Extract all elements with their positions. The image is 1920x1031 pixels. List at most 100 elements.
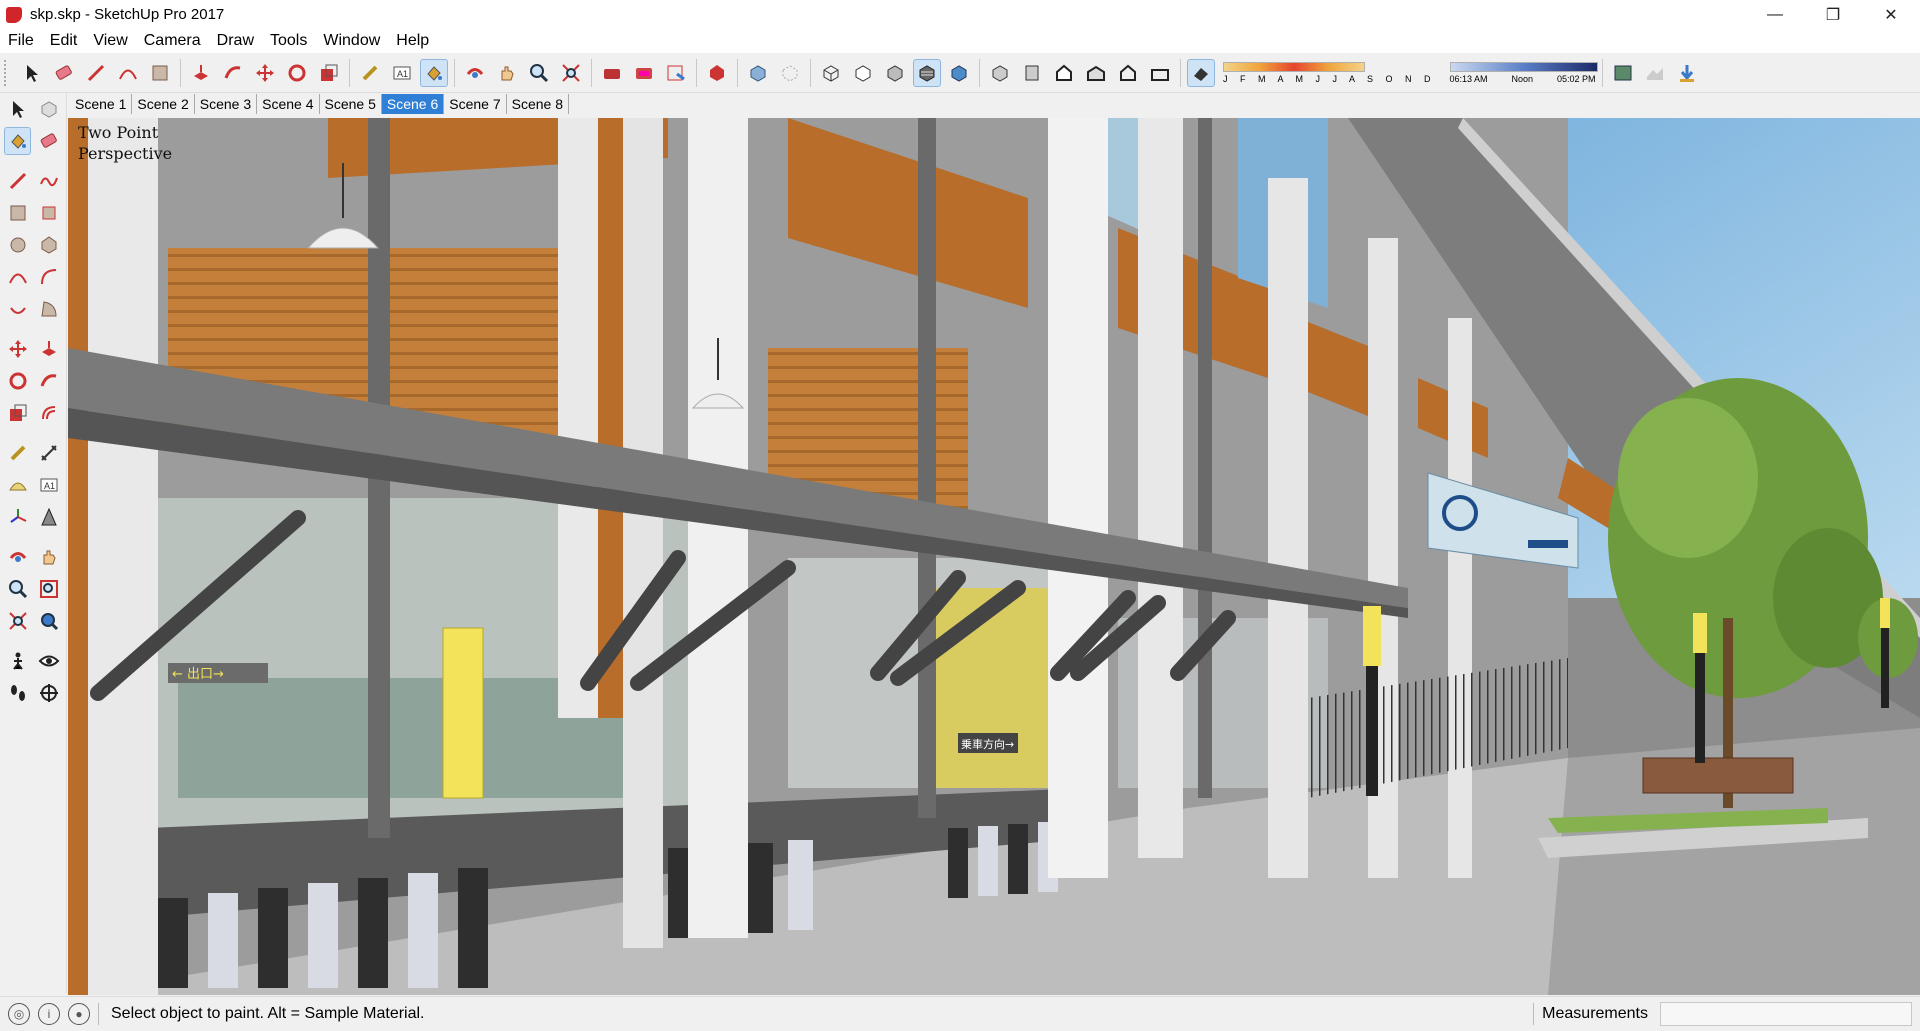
- shaded-textures-style-icon[interactable]: [913, 59, 941, 87]
- geo-location-icon[interactable]: ◎: [8, 1003, 30, 1025]
- polygon-tool-icon[interactable]: [35, 231, 62, 259]
- move-tool-icon[interactable]: [4, 335, 31, 363]
- axes-tool-icon[interactable]: [4, 503, 31, 531]
- scene-tab-7[interactable]: Scene 7: [444, 94, 507, 114]
- left-view-icon[interactable]: [1146, 59, 1174, 87]
- model-viewport[interactable]: ← 出口→ 乗車方向→ Two Point Perspective: [68, 118, 1920, 995]
- tape-measure-icon[interactable]: [4, 439, 31, 467]
- move-tool-icon[interactable]: [251, 59, 279, 87]
- extension-manager-icon[interactable]: [703, 59, 731, 87]
- menu-window[interactable]: Window: [315, 32, 388, 50]
- menu-draw[interactable]: Draw: [209, 32, 262, 50]
- scene-tab-3[interactable]: Scene 3: [195, 94, 258, 114]
- push-pull-tool-icon[interactable]: [35, 335, 62, 363]
- eraser-tool-icon[interactable]: [50, 59, 78, 87]
- follow-me-tool-icon[interactable]: [219, 59, 247, 87]
- 3d-text-tool-icon[interactable]: [35, 503, 62, 531]
- add-location-icon[interactable]: [1609, 59, 1637, 87]
- scene-tab-8[interactable]: Scene 8: [507, 94, 569, 114]
- line-tool-icon[interactable]: [4, 167, 31, 195]
- restore-button[interactable]: ❐: [1804, 0, 1862, 29]
- position-camera-icon[interactable]: [4, 647, 31, 675]
- push-pull-tool-icon[interactable]: [187, 59, 215, 87]
- select-tool-icon[interactable]: [18, 59, 46, 87]
- offset-tool-icon[interactable]: [35, 399, 62, 427]
- eraser-tool-icon[interactable]: [35, 127, 62, 155]
- measurements-input[interactable]: [1660, 1002, 1912, 1026]
- top-view-icon[interactable]: [1018, 59, 1046, 87]
- photo-textures-icon[interactable]: [1673, 59, 1701, 87]
- user-account-icon[interactable]: ●: [68, 1003, 90, 1025]
- toolbar-grip[interactable]: [4, 60, 12, 86]
- extension-warehouse-icon[interactable]: [630, 59, 658, 87]
- pan-tool-icon[interactable]: [493, 59, 521, 87]
- rotate-tool-icon[interactable]: [4, 367, 31, 395]
- arc-tool-icon[interactable]: [114, 59, 142, 87]
- rotate-tool-icon[interactable]: [283, 59, 311, 87]
- 3d-warehouse-icon[interactable]: [598, 59, 626, 87]
- text-tool-icon[interactable]: A1: [35, 471, 62, 499]
- front-view-icon[interactable]: [1050, 59, 1078, 87]
- shadows-toggle-icon[interactable]: [1187, 59, 1215, 87]
- month-slider[interactable]: J F M A M J J A S O N D: [1223, 58, 1436, 88]
- orbit-tool-icon[interactable]: [4, 543, 31, 571]
- arc-tool-icon[interactable]: [4, 263, 31, 291]
- menu-file[interactable]: File: [0, 32, 42, 50]
- pie-tool-icon[interactable]: [35, 295, 62, 323]
- scene-tab-1[interactable]: Scene 1: [70, 94, 133, 114]
- hidden-line-style-icon[interactable]: [849, 59, 877, 87]
- paint-bucket-icon[interactable]: [420, 59, 448, 87]
- minimize-button[interactable]: —: [1746, 0, 1804, 29]
- zoom-extents-icon[interactable]: [4, 607, 31, 635]
- walk-footprints-icon[interactable]: [4, 679, 31, 707]
- rectangle-tool-icon[interactable]: [4, 199, 31, 227]
- follow-me-tool-icon[interactable]: [35, 367, 62, 395]
- menu-tools[interactable]: Tools: [262, 32, 315, 50]
- back-edges-style-icon[interactable]: [776, 59, 804, 87]
- wireframe-style-icon[interactable]: [817, 59, 845, 87]
- zoom-tool-icon[interactable]: [4, 575, 31, 603]
- protractor-tool-icon[interactable]: [4, 471, 31, 499]
- shaded-style-icon[interactable]: [881, 59, 909, 87]
- make-component-icon[interactable]: [35, 95, 62, 123]
- scene-tab-2[interactable]: Scene 2: [132, 94, 195, 114]
- section-plane-icon[interactable]: [35, 679, 62, 707]
- two-point-arc-icon[interactable]: [35, 263, 62, 291]
- close-button[interactable]: ✕: [1862, 0, 1920, 29]
- credits-info-icon[interactable]: i: [38, 1003, 60, 1025]
- three-point-arc-icon[interactable]: [4, 295, 31, 323]
- shapes-tool-icon[interactable]: [146, 59, 174, 87]
- freehand-tool-icon[interactable]: [35, 167, 62, 195]
- line-tool-icon[interactable]: [82, 59, 110, 87]
- select-tool-icon[interactable]: [4, 95, 31, 123]
- rotated-rectangle-icon[interactable]: [35, 199, 62, 227]
- iso-view-icon[interactable]: [986, 59, 1014, 87]
- time-slider-track[interactable]: [1449, 62, 1598, 72]
- menu-view[interactable]: View: [85, 32, 135, 50]
- zoom-extents-icon[interactable]: [557, 59, 585, 87]
- scene-tab-4[interactable]: Scene 4: [257, 94, 320, 114]
- look-around-eye-icon[interactable]: [35, 647, 62, 675]
- pan-tool-icon[interactable]: [35, 543, 62, 571]
- xray-style-icon[interactable]: [744, 59, 772, 87]
- tape-measure-icon[interactable]: [356, 59, 384, 87]
- send-to-layout-icon[interactable]: [662, 59, 690, 87]
- menu-help[interactable]: Help: [388, 32, 437, 50]
- right-view-icon[interactable]: [1082, 59, 1110, 87]
- monochrome-style-icon[interactable]: [945, 59, 973, 87]
- paint-bucket-icon[interactable]: [4, 127, 32, 155]
- scene-tab-5[interactable]: Scene 5: [320, 94, 382, 114]
- orbit-tool-icon[interactable]: [461, 59, 489, 87]
- time-slider[interactable]: 06:13 AM Noon 05:02 PM: [1449, 62, 1598, 84]
- circle-tool-icon[interactable]: [4, 231, 31, 259]
- scale-tool-icon[interactable]: [315, 59, 343, 87]
- scene-tab-6[interactable]: Scene 6: [381, 94, 445, 114]
- month-slider-track[interactable]: [1223, 62, 1365, 72]
- zoom-tool-icon[interactable]: [525, 59, 553, 87]
- previous-view-icon[interactable]: [35, 607, 62, 635]
- toggle-terrain-icon[interactable]: [1641, 59, 1669, 87]
- dimension-tool-icon[interactable]: [35, 439, 62, 467]
- text-tool-icon[interactable]: A1: [388, 59, 416, 87]
- back-view-icon[interactable]: [1114, 59, 1142, 87]
- menu-camera[interactable]: Camera: [136, 32, 209, 50]
